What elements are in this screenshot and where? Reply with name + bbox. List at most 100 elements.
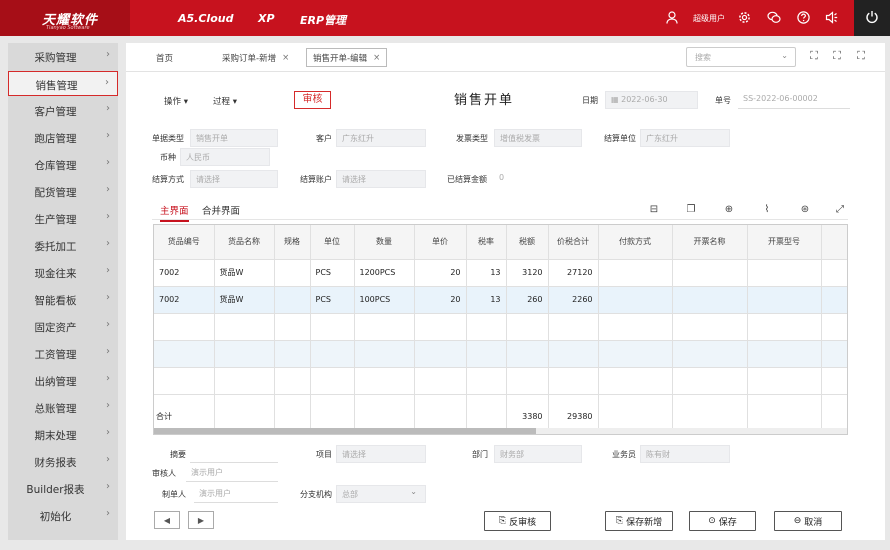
- settle-account-field[interactable]: 请选择: [336, 170, 426, 188]
- grid-cell[interactable]: [747, 259, 822, 287]
- sidebar-item[interactable]: 仓库管理 ›: [8, 152, 118, 177]
- doc-type-field[interactable]: 销售开单: [190, 129, 278, 147]
- column-header[interactable]: 付款方式: [598, 225, 673, 260]
- horizontal-scrollbar[interactable]: [154, 428, 847, 434]
- sidebar-item[interactable]: 总账管理 ›: [8, 395, 118, 420]
- grid-cell[interactable]: [214, 367, 275, 395]
- grid-cell[interactable]: [354, 367, 415, 395]
- column-header[interactable]: 单价: [414, 225, 467, 260]
- grid-cell[interactable]: [548, 340, 599, 368]
- grid-cell[interactable]: 20: [414, 259, 467, 287]
- save-new-button[interactable]: ⎘ 保存新增: [605, 511, 673, 531]
- sidebar-item[interactable]: 智能看板 ›: [8, 287, 118, 312]
- sidebar-item[interactable]: 期末处理 ›: [8, 422, 118, 447]
- grid-cell[interactable]: [310, 313, 355, 341]
- sidebar-item[interactable]: 财务报表 ›: [8, 449, 118, 474]
- process-menu[interactable]: 过程 ▾: [213, 95, 237, 107]
- print-icon[interactable]: ⊛: [799, 204, 811, 216]
- grid-cell[interactable]: [154, 367, 215, 395]
- power-button[interactable]: [854, 0, 890, 36]
- sidebar-item[interactable]: 生产管理 ›: [8, 206, 118, 231]
- grid-cell[interactable]: [548, 367, 599, 395]
- sidebar-item[interactable]: 采购管理 ›: [8, 44, 118, 69]
- grid-cell[interactable]: [414, 367, 467, 395]
- summary-field[interactable]: [190, 445, 278, 463]
- lock-icon[interactable]: ⊟: [648, 204, 660, 216]
- grid-cell[interactable]: [672, 367, 748, 395]
- column-header[interactable]: 数量: [354, 225, 415, 260]
- grid-cell[interactable]: [821, 367, 847, 395]
- grid-cell[interactable]: [506, 313, 549, 341]
- table-row[interactable]: [154, 340, 847, 368]
- help-icon[interactable]: [796, 10, 811, 25]
- currency-field[interactable]: 人民币: [180, 148, 270, 166]
- grid-cell[interactable]: [466, 340, 507, 368]
- sidebar-item[interactable]: 委托加工 ›: [8, 233, 118, 258]
- grid-cell[interactable]: [414, 340, 467, 368]
- grid-cell[interactable]: 260: [506, 286, 549, 314]
- grid-cell[interactable]: [672, 340, 748, 368]
- maker-field[interactable]: 演示用户: [194, 485, 278, 503]
- tab-purchase-order-new[interactable]: 采购订单-新增 ×: [216, 48, 295, 67]
- grid-cell[interactable]: [598, 367, 673, 395]
- grid-cell[interactable]: 7002: [154, 259, 215, 287]
- nav-a5cloud[interactable]: A5.Cloud: [178, 12, 233, 25]
- expand-icon[interactable]: ⤢: [834, 204, 846, 216]
- sidebar-item[interactable]: 工资管理 ›: [8, 341, 118, 366]
- grid-cell[interactable]: [354, 313, 415, 341]
- invoice-type-field[interactable]: 增值税发票: [494, 129, 582, 147]
- notification-icon[interactable]: [824, 10, 839, 25]
- customer-field[interactable]: 广东红升: [336, 129, 426, 147]
- sidebar-item[interactable]: 配货管理 ›: [8, 179, 118, 204]
- grid-cell[interactable]: [506, 367, 549, 395]
- tab-home[interactable]: 首页: [150, 48, 179, 67]
- grid-cell[interactable]: [214, 313, 275, 341]
- audit-badge[interactable]: 审核: [294, 91, 331, 109]
- copy-icon[interactable]: ❐: [685, 204, 697, 216]
- sidebar-item[interactable]: Builder报表 ›: [8, 476, 118, 501]
- grid-cell[interactable]: 100PCS: [354, 286, 415, 314]
- sidebar-item[interactable]: 客户管理 ›: [8, 98, 118, 123]
- grid-cell[interactable]: [598, 259, 673, 287]
- grid-cell[interactable]: [598, 286, 673, 314]
- sidebar-item[interactable]: 销售管理 ›: [8, 71, 118, 96]
- cancel-button[interactable]: ⊖ 取消: [774, 511, 842, 531]
- close-icon[interactable]: ×: [282, 53, 289, 63]
- tab-merged[interactable]: 合并界面: [202, 203, 240, 217]
- table-row[interactable]: [154, 367, 847, 395]
- grid-cell[interactable]: [747, 340, 822, 368]
- grid-cell[interactable]: [548, 313, 599, 341]
- focus-icon[interactable]: ⛶: [807, 49, 821, 63]
- auditor-field[interactable]: 演示用户: [186, 464, 278, 482]
- grid-cell[interactable]: [672, 313, 748, 341]
- column-header[interactable]: [821, 225, 847, 260]
- grid-cell[interactable]: [598, 313, 673, 341]
- grid-cell[interactable]: [274, 286, 311, 314]
- nav-xp[interactable]: XP: [258, 12, 275, 25]
- fullscreen-icon[interactable]: ⛶: [830, 49, 844, 63]
- expand-icon[interactable]: ⛶: [854, 49, 868, 63]
- grid-cell[interactable]: [414, 313, 467, 341]
- grid-cell[interactable]: [274, 340, 311, 368]
- grid-cell[interactable]: [466, 313, 507, 341]
- sidebar-item[interactable]: 跑店管理 ›: [8, 125, 118, 150]
- user-name[interactable]: 超级用户: [693, 13, 725, 24]
- column-header[interactable]: 货品编号: [154, 225, 215, 260]
- column-header[interactable]: 单位: [310, 225, 355, 260]
- nav-erp[interactable]: ERP管理: [300, 12, 346, 28]
- grid-cell[interactable]: [506, 340, 549, 368]
- grid-cell[interactable]: 20: [414, 286, 467, 314]
- grid-cell[interactable]: [821, 313, 847, 341]
- gear-icon[interactable]: [737, 10, 752, 25]
- attachment-icon[interactable]: ⌇: [761, 204, 773, 216]
- grid-cell[interactable]: PCS: [310, 259, 355, 287]
- date-field[interactable]: ▦ 2022-06-30: [605, 91, 698, 109]
- settled-amount-field[interactable]: 0: [494, 170, 582, 188]
- grid-cell[interactable]: [747, 286, 822, 314]
- grid-cell[interactable]: [466, 367, 507, 395]
- grid-cell[interactable]: [672, 286, 748, 314]
- project-field[interactable]: 请选择: [336, 445, 426, 463]
- sidebar-item[interactable]: 初始化 ›: [8, 503, 118, 528]
- grid-cell[interactable]: [310, 367, 355, 395]
- tab-sales-order-edit[interactable]: 销售开单-编辑 ×: [306, 48, 388, 67]
